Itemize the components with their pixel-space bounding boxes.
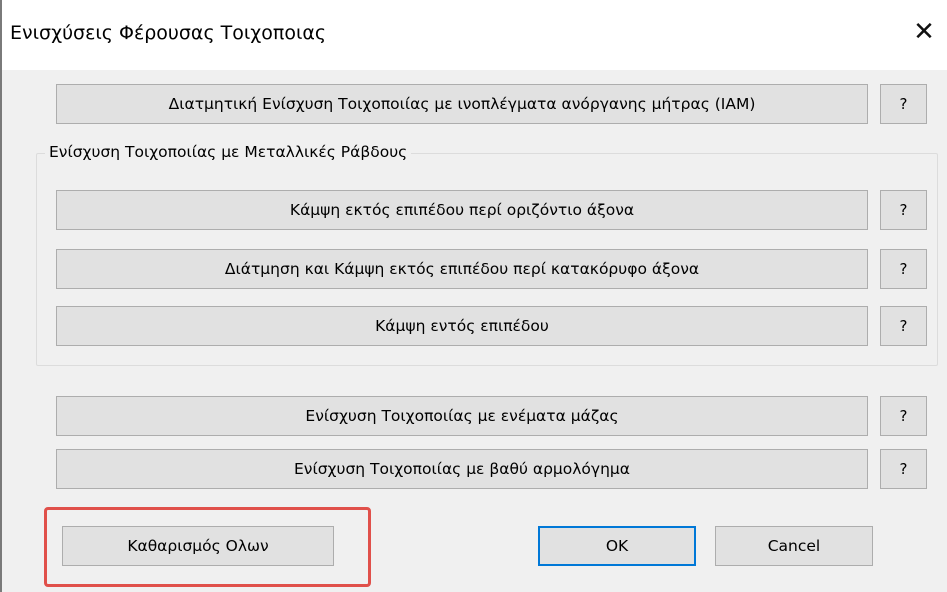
grout-injection-button[interactable]: Ενίσχυση Τοιχοποιίας με ενέματα μάζας (56, 396, 868, 436)
window-title: Ενισχύσεις Φέρουσας Τοιχοποιας (10, 22, 327, 44)
shear-bending-vertical-axis-button[interactable]: Διάτμηση και Κάμψη εκτός επιπέδου περί κ… (56, 249, 868, 289)
title-bar: Ενισχύσεις Φέρουσας Τοιχοποιας ✕ (0, 0, 947, 70)
window-border (0, 0, 2, 592)
ok-button[interactable]: OK (538, 526, 696, 566)
iam-reinforcement-button[interactable]: Διατμητική Ενίσχυση Τοιχοποιίας με ινοπλ… (56, 84, 868, 124)
cancel-button[interactable]: Cancel (715, 526, 873, 566)
deep-repointing-help-button[interactable]: ? (880, 449, 927, 489)
close-icon[interactable]: ✕ (901, 10, 947, 54)
dialog-window: Ενισχύσεις Φέρουσας Τοιχοποιας ✕ Διατμητ… (0, 0, 947, 592)
clear-all-button[interactable]: Καθαρισμός Ολων (62, 526, 334, 566)
bending-in-plane-button[interactable]: Κάμψη εντός επιπέδου (56, 306, 868, 346)
bending-horizontal-help-button[interactable]: ? (880, 190, 927, 230)
metal-bars-group-label: Ενίσχυση Τοιχοποιίας με Μεταλλικές Ράβδο… (45, 143, 412, 161)
deep-repointing-button[interactable]: Ενίσχυση Τοιχοποιίας με βαθύ αρμολόγημα (56, 449, 868, 489)
shear-bending-vertical-help-button[interactable]: ? (880, 249, 927, 289)
iam-help-button[interactable]: ? (880, 84, 927, 124)
grout-injection-help-button[interactable]: ? (880, 396, 927, 436)
bending-in-plane-help-button[interactable]: ? (880, 306, 927, 346)
bending-horizontal-axis-button[interactable]: Κάμψη εκτός επιπέδου περί οριζόντιο άξον… (56, 190, 868, 230)
